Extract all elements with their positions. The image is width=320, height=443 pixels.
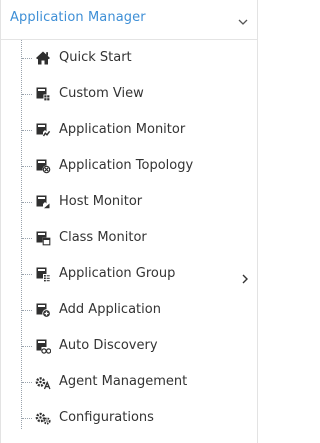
menu-item-host-monitor[interactable]: Host Monitor [1, 184, 257, 220]
application-manager-title: Application Manager [10, 10, 146, 25]
menu-item-label: Application Monitor [59, 122, 186, 137]
menu-item-label: Configurations [59, 410, 154, 425]
menu-item-label: Application Topology [59, 158, 194, 173]
menu-item-configurations[interactable]: Configurations [1, 400, 257, 436]
menu-item-auto-discovery[interactable]: Auto Discovery [1, 328, 257, 364]
auto-discovery-icon [35, 338, 51, 354]
application-monitor-icon [35, 122, 51, 138]
menu-item-label: Class Monitor [59, 230, 147, 245]
menu-item-label: Application Group [59, 266, 176, 281]
tree-branch-connector [22, 310, 32, 311]
application-topology-icon [35, 158, 51, 174]
menu-item-application-topology[interactable]: Application Topology [1, 148, 257, 184]
menu-item-agent-management[interactable]: Agent Management [1, 364, 257, 400]
tree-branch-connector [22, 418, 32, 419]
menu-item-class-monitor[interactable]: Class Monitor [1, 220, 257, 256]
add-application-icon [35, 302, 51, 318]
application-group-icon [35, 266, 51, 282]
tree-branch-connector [22, 94, 32, 95]
home-icon [35, 50, 51, 66]
custom-view-icon [35, 86, 51, 102]
tree-branch-connector [22, 346, 32, 347]
tree-branch-connector [22, 130, 32, 131]
chevron-right-icon[interactable] [241, 269, 249, 284]
tree-branch-connector [22, 58, 32, 59]
configurations-icon [35, 410, 51, 426]
menu-item-custom-view[interactable]: Custom View [1, 76, 257, 112]
application-manager-panel: Application Manager Quick Start Custom V… [0, 0, 258, 443]
menu-item-label: Agent Management [59, 374, 188, 389]
menu-item-label: Auto Discovery [59, 338, 158, 353]
tree-branch-connector [22, 238, 32, 239]
application-manager-header[interactable]: Application Manager [1, 0, 257, 40]
menu-item-application-monitor[interactable]: Application Monitor [1, 112, 257, 148]
menu-tree: Quick Start Custom View Application Moni… [1, 40, 257, 443]
menu-item-label: Custom View [59, 86, 144, 101]
chevron-down-icon[interactable] [237, 12, 249, 25]
class-monitor-icon [35, 230, 51, 246]
menu-item-label: Host Monitor [59, 194, 143, 209]
host-monitor-icon [35, 194, 51, 210]
tree-branch-connector [22, 274, 32, 275]
tree-branch-connector [22, 382, 32, 383]
menu-item-quick-start[interactable]: Quick Start [1, 40, 257, 76]
menu-item-application-group[interactable]: Application Group [1, 256, 257, 292]
agent-management-icon [35, 374, 51, 390]
menu-item-label: Quick Start [59, 50, 132, 65]
menu-item-label: Add Application [59, 302, 161, 317]
tree-branch-connector [22, 202, 32, 203]
tree-branch-connector [22, 166, 32, 167]
menu-item-add-application[interactable]: Add Application [1, 292, 257, 328]
